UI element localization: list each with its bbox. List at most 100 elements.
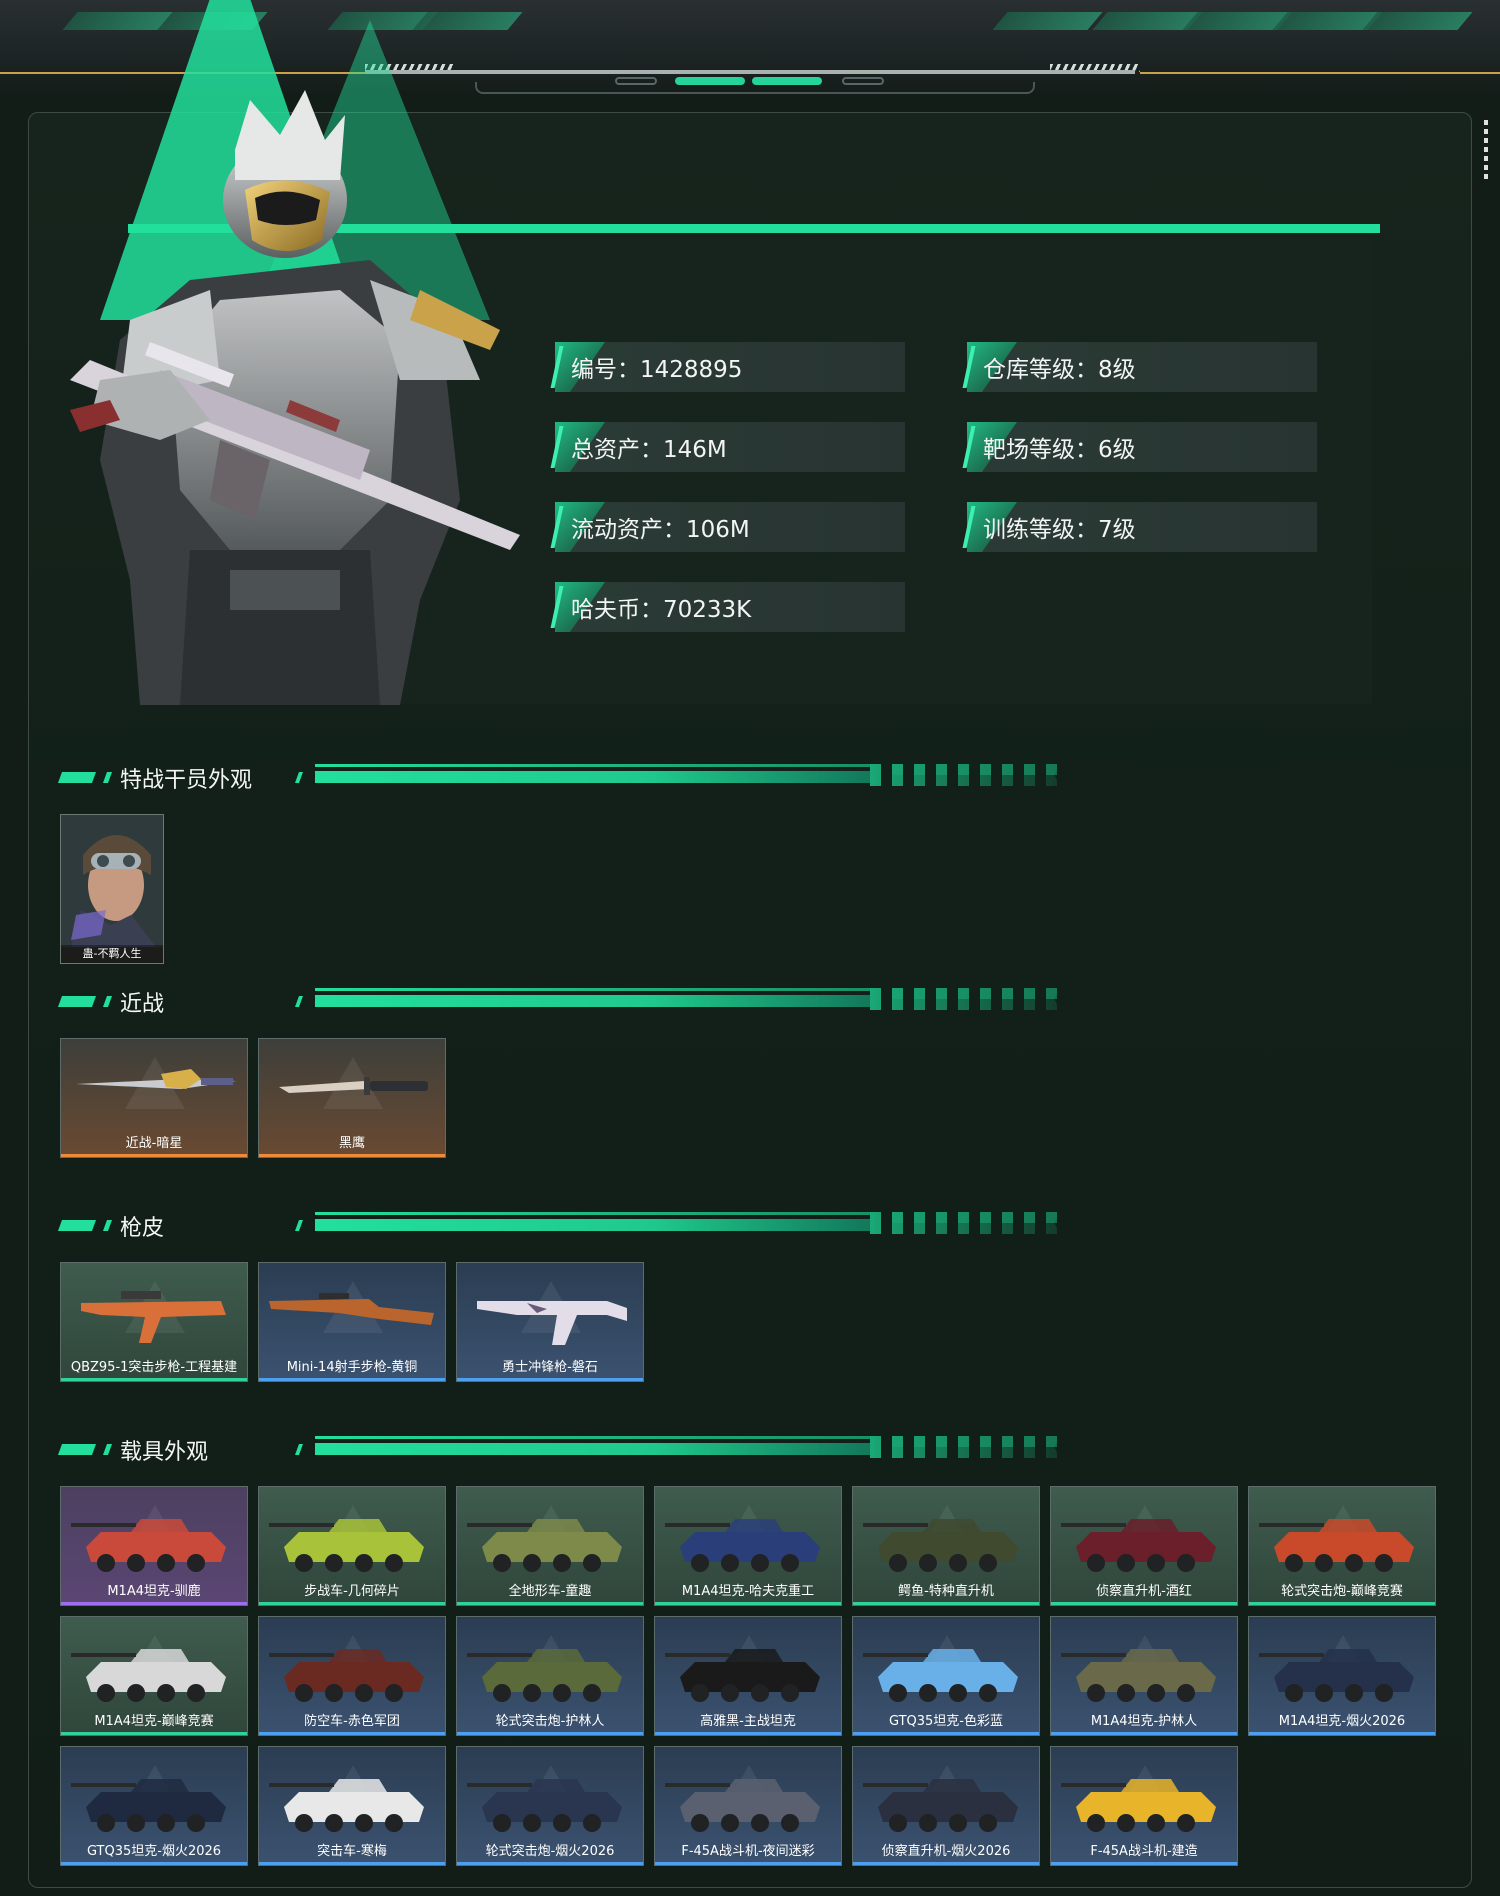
rarity-strip bbox=[655, 1732, 841, 1735]
rarity-strip bbox=[1249, 1732, 1435, 1735]
vehicle-card[interactable]: M1A4坦克-护林人 bbox=[1050, 1616, 1238, 1736]
gun-skin-card[interactable]: QBZ95-1突击步枪-工程基建 bbox=[60, 1262, 248, 1382]
gun-skin-label: Mini-14射手步枪-黄铜 bbox=[286, 1360, 418, 1375]
decor-slash bbox=[1362, 12, 1473, 30]
stat-havoc-coin: 哈夫币：70233K bbox=[555, 582, 905, 632]
agent-portrait bbox=[61, 815, 163, 947]
vehicle-label: M1A4坦克-哈夫克重工 bbox=[681, 1584, 815, 1599]
vehicle-label: 防空车-赤色军团 bbox=[304, 1714, 400, 1729]
section-marker bbox=[57, 996, 97, 1007]
rarity-strip bbox=[259, 1154, 445, 1157]
rarity-strip bbox=[853, 1862, 1039, 1865]
operator-portrait bbox=[70, 90, 520, 705]
gun-skin-label: QBZ95-1突击步枪-工程基建 bbox=[70, 1360, 238, 1375]
agent-label: 蛊-不羁人生 bbox=[61, 945, 163, 963]
gun-skin-card[interactable]: 勇士冲锋枪-磐石 bbox=[456, 1262, 644, 1382]
stat-warehouse-level-text: 仓库等级：8级 bbox=[983, 357, 1136, 383]
section-line bbox=[315, 995, 875, 1007]
rarity-strip bbox=[259, 1732, 445, 1735]
vehicle-card[interactable]: 轮式突击炮-护林人 bbox=[456, 1616, 644, 1736]
section-marker bbox=[57, 772, 97, 783]
stat-total-assets-text: 总资产：146M bbox=[571, 437, 727, 463]
decor-pill bbox=[752, 77, 822, 85]
decor-pill bbox=[675, 77, 745, 85]
rarity-strip bbox=[457, 1602, 643, 1605]
vehicle-label: GTQ35坦克-烟火2026 bbox=[86, 1844, 222, 1859]
gun-skin-label: 勇士冲锋枪-磐石 bbox=[502, 1360, 598, 1375]
stat-havoc-coin-text: 哈夫币：70233K bbox=[571, 597, 752, 623]
section-title: 特战干员外观 bbox=[120, 768, 253, 793]
section-checker bbox=[881, 988, 1061, 999]
section-marker bbox=[57, 1220, 97, 1231]
vehicle-card[interactable]: F-45A战斗机-建造 bbox=[1050, 1746, 1238, 1866]
rarity-strip bbox=[457, 1862, 643, 1865]
section-line bbox=[315, 771, 875, 783]
vehicle-card[interactable]: 防空车-赤色军团 bbox=[258, 1616, 446, 1736]
vehicle-label: 鳄鱼-特种直升机 bbox=[898, 1584, 994, 1599]
rarity-strip bbox=[1051, 1732, 1237, 1735]
vehicle-card[interactable]: M1A4坦克-驯鹿 bbox=[60, 1486, 248, 1606]
vehicle-label: M1A4坦克-驯鹿 bbox=[107, 1584, 201, 1599]
vehicle-card[interactable]: M1A4坦克-巅峰竞赛 bbox=[60, 1616, 248, 1736]
rarity-strip bbox=[1249, 1602, 1435, 1605]
vehicle-card[interactable]: 全地形车-童趣 bbox=[456, 1486, 644, 1606]
vehicle-card[interactable]: 高雅黑-主战坦克 bbox=[654, 1616, 842, 1736]
rarity-strip bbox=[61, 1154, 247, 1157]
vehicle-label: 侦察直升机-酒红 bbox=[1096, 1584, 1192, 1599]
rarity-strip bbox=[655, 1602, 841, 1605]
vehicle-label: M1A4坦克-烟火2026 bbox=[1278, 1714, 1406, 1729]
vehicle-label: GTQ35坦克-色彩蓝 bbox=[888, 1714, 1004, 1729]
vehicle-card[interactable]: M1A4坦克-烟火2026 bbox=[1248, 1616, 1436, 1736]
section-checker bbox=[881, 764, 1061, 775]
vehicle-label: 高雅黑-主战坦克 bbox=[700, 1714, 796, 1729]
rarity-strip bbox=[61, 1378, 247, 1381]
vehicle-card[interactable]: F-45A战斗机-夜间迷彩 bbox=[654, 1746, 842, 1866]
vehicle-card[interactable]: 步战车-几何碎片 bbox=[258, 1486, 446, 1606]
vehicle-card[interactable]: 轮式突击炮-烟火2026 bbox=[456, 1746, 644, 1866]
rarity-strip bbox=[655, 1862, 841, 1865]
vehicle-card[interactable]: GTQ35坦克-烟火2026 bbox=[60, 1746, 248, 1866]
rarity-strip bbox=[259, 1602, 445, 1605]
decor-pill bbox=[615, 77, 657, 85]
section-line bbox=[315, 1219, 875, 1231]
agent-card[interactable]: 蛊-不羁人生 bbox=[60, 814, 164, 964]
stat-warehouse-level: 仓库等级：8级 bbox=[967, 342, 1317, 392]
section-title: 近战 bbox=[120, 992, 165, 1017]
stat-id: 编号：1428895 bbox=[555, 342, 905, 392]
vehicle-card[interactable]: M1A4坦克-哈夫克重工 bbox=[654, 1486, 842, 1606]
stat-total-assets: 总资产：146M bbox=[555, 422, 905, 472]
gun-skin-card[interactable]: Mini-14射手步枪-黄铜 bbox=[258, 1262, 446, 1382]
stat-range-level: 靶场等级：6级 bbox=[967, 422, 1317, 472]
section-line bbox=[315, 1436, 875, 1439]
vehicle-label: 轮式突击炮-巅峰竞赛 bbox=[1281, 1584, 1403, 1599]
decor-line bbox=[1140, 72, 1500, 74]
vehicle-label: 步战车-几何碎片 bbox=[304, 1584, 400, 1599]
decor-slash bbox=[992, 12, 1103, 30]
rarity-strip bbox=[457, 1378, 643, 1381]
section-line bbox=[315, 764, 875, 767]
vehicle-card[interactable]: 轮式突击炮-巅峰竞赛 bbox=[1248, 1486, 1436, 1606]
melee-label: 黑鹰 bbox=[338, 1136, 365, 1151]
section-line bbox=[315, 988, 875, 991]
vehicle-card[interactable]: 侦察直升机-酒红 bbox=[1050, 1486, 1238, 1606]
vehicle-card[interactable]: 突击车-寒梅 bbox=[258, 1746, 446, 1866]
melee-card[interactable]: 黑鹰 bbox=[258, 1038, 446, 1158]
rarity-strip bbox=[853, 1602, 1039, 1605]
section-checker bbox=[881, 1212, 1061, 1223]
scroll-indicator[interactable] bbox=[1484, 120, 1488, 180]
rarity-strip bbox=[853, 1732, 1039, 1735]
vehicle-card[interactable]: 侦察直升机-烟火2026 bbox=[852, 1746, 1040, 1866]
vehicle-card[interactable]: 鳄鱼-特种直升机 bbox=[852, 1486, 1040, 1606]
rarity-strip bbox=[259, 1862, 445, 1865]
melee-card[interactable]: 近战-暗星 bbox=[60, 1038, 248, 1158]
stat-training-level-text: 训练等级：7级 bbox=[983, 517, 1136, 543]
vehicle-label: M1A4坦克-护林人 bbox=[1090, 1714, 1198, 1729]
vehicle-label: 轮式突击炮-护林人 bbox=[495, 1714, 605, 1729]
rarity-strip bbox=[1051, 1862, 1237, 1865]
section-title: 载具外观 bbox=[120, 1440, 209, 1465]
vehicle-card[interactable]: GTQ35坦克-色彩蓝 bbox=[852, 1616, 1040, 1736]
vehicle-label: F-45A战斗机-建造 bbox=[1090, 1844, 1198, 1859]
vehicle-label: 突击车-寒梅 bbox=[317, 1844, 387, 1859]
rarity-strip bbox=[61, 1732, 247, 1735]
vehicle-label: M1A4坦克-巅峰竞赛 bbox=[94, 1714, 214, 1729]
